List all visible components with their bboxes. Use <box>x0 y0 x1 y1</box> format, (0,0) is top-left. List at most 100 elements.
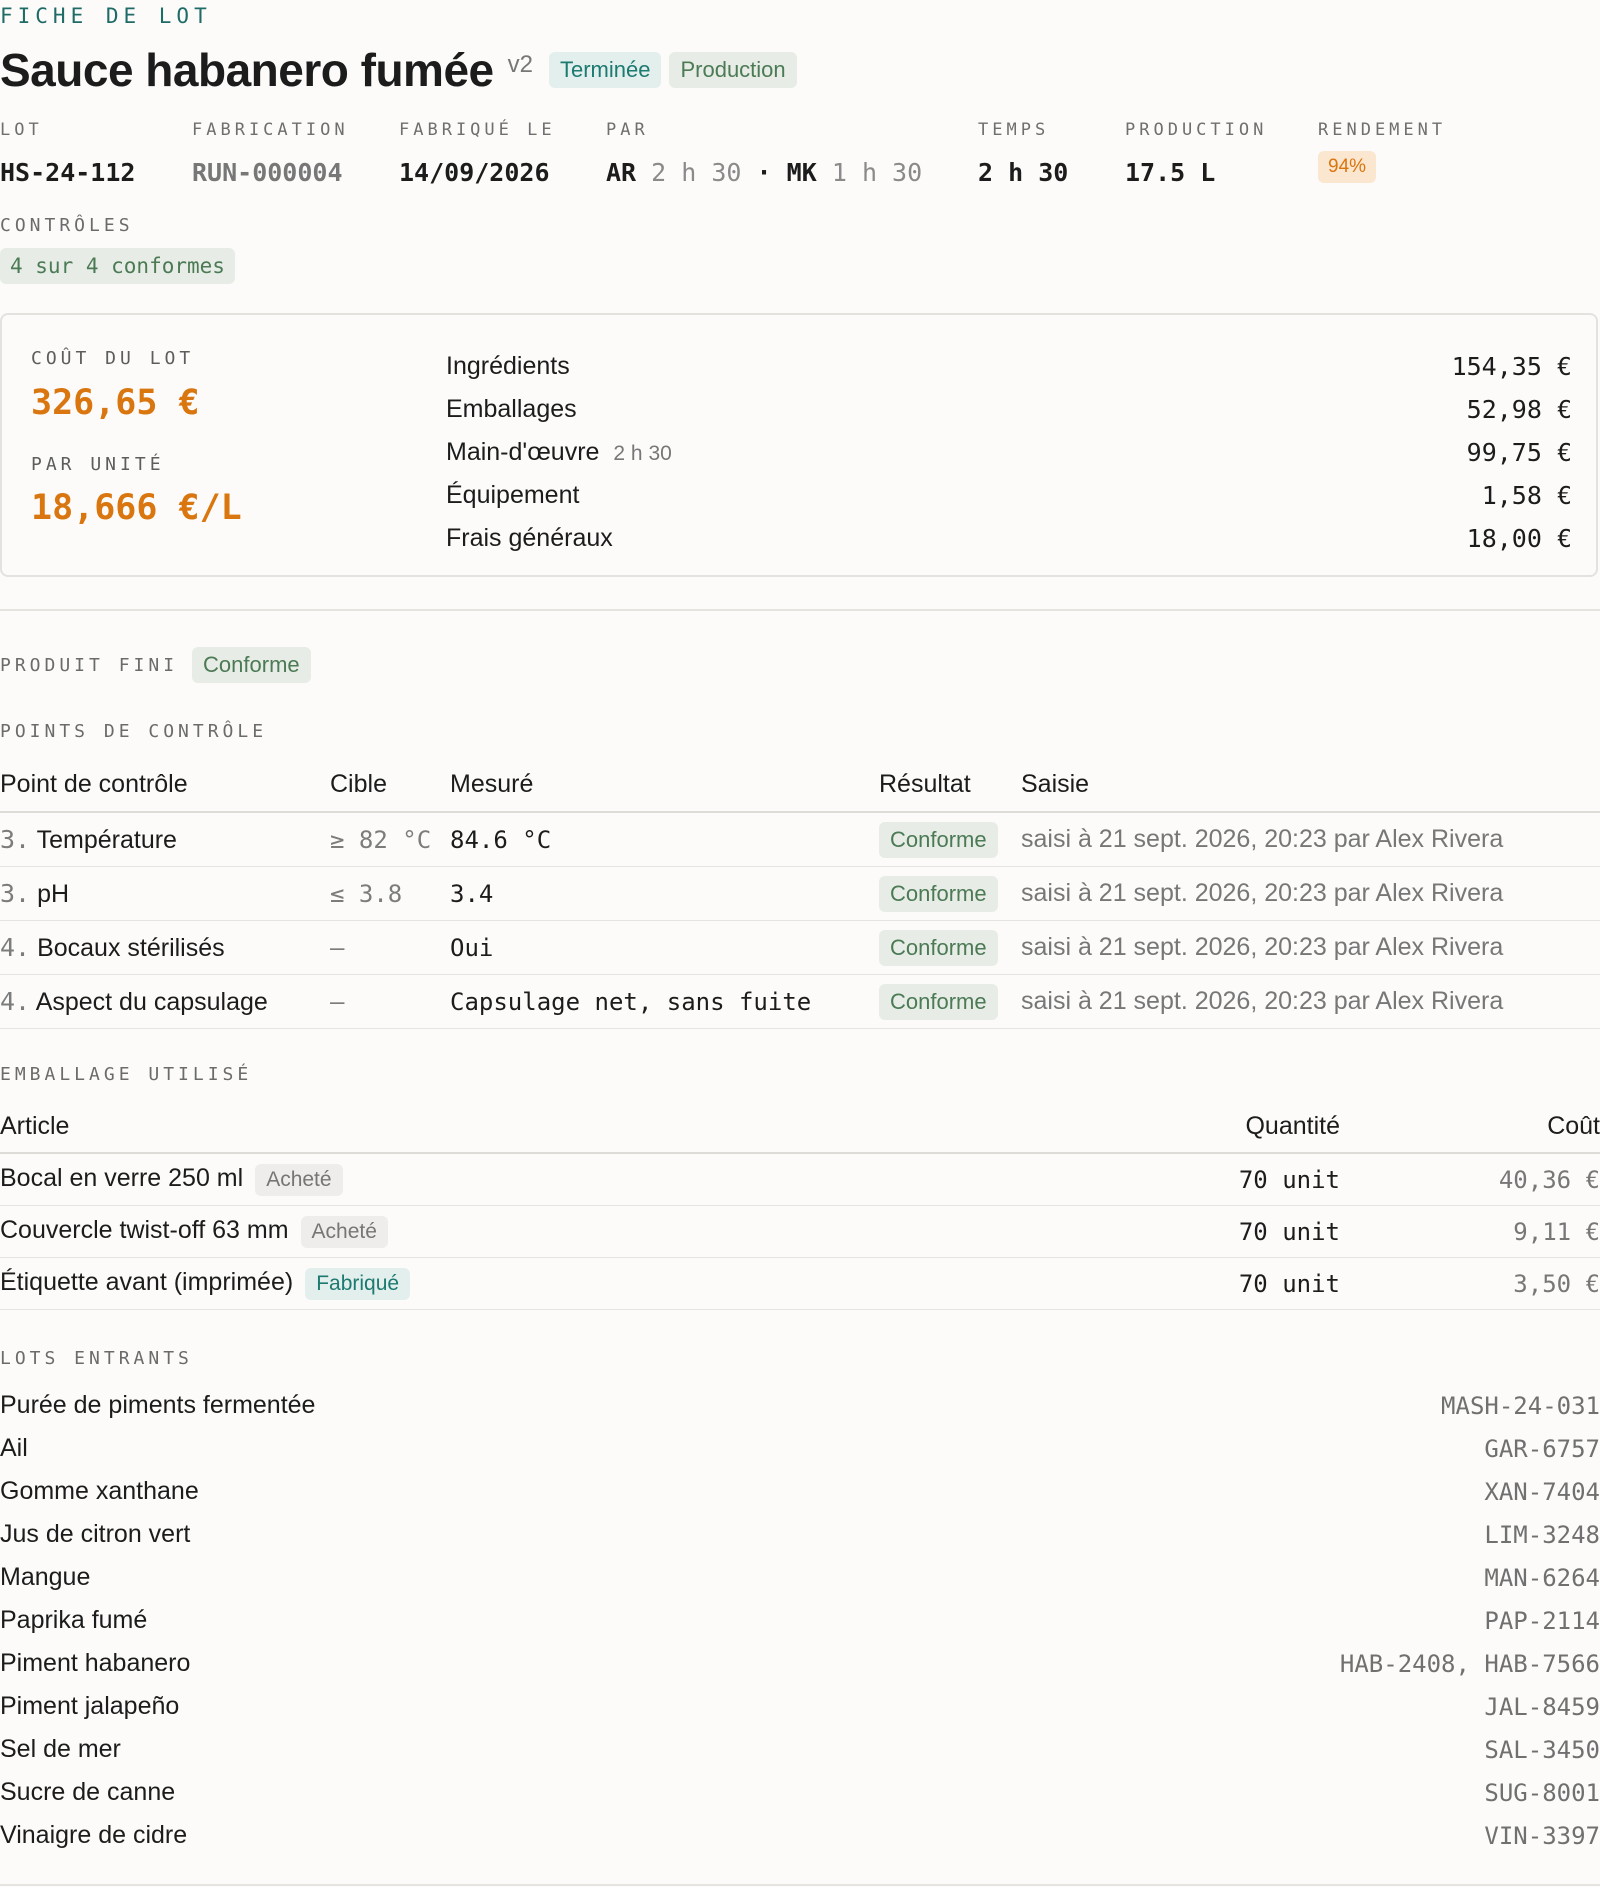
meta-fabrique-le: FABRIQUÉ LE 14/09/2026 <box>399 120 556 187</box>
checkpoint-target: ≤ 3.8 <box>330 866 450 921</box>
lot-ingredient: Gomme xanthane <box>0 1477 199 1505</box>
table-row[interactable]: Étiquette avant (imprimée) Fabriqué 70 un… <box>0 1257 1600 1310</box>
lot-code[interactable]: MASH-24-031 <box>1441 1392 1600 1420</box>
list-item[interactable]: Jus de citron vert LIM-3248 <box>0 1513 1600 1556</box>
list-item[interactable]: Sel de mer SAL-3450 <box>0 1728 1600 1771</box>
lot-code[interactable]: HAB-2408, HAB-7566 <box>1340 1650 1600 1678</box>
lot-ingredient: Vinaigre de cidre <box>0 1821 188 1849</box>
table-row[interactable]: 4. Bocaux stérilisés — Oui Conforme sais… <box>0 920 1600 975</box>
meta-lot-label: LOT <box>0 120 43 140</box>
yield-badge: 94% <box>1318 151 1377 183</box>
cost-line-amount: 154,35 € <box>1451 352 1572 381</box>
meta-par: PAR AR 2 h 30 · MK 1 h 30 <box>606 120 922 187</box>
cost-card: COÛT DU LOT 326,65 € PAR UNITÉ 18,666 €/… <box>0 313 1598 577</box>
checkpoint-result-badge: Conforme <box>879 983 998 1020</box>
operator-2-time: 1 h 30 <box>831 158 923 187</box>
list-item[interactable]: Sucre de canne SUG-8001 <box>0 1771 1600 1814</box>
meta-date-value: 14/09/2026 <box>399 158 550 187</box>
meta-production: PRODUCTION 17.5 L <box>1125 120 1267 187</box>
lot-code[interactable]: GAR-6757 <box>1484 1435 1600 1463</box>
checkpoint-result-badge: Conforme <box>879 875 998 912</box>
table-row[interactable]: 3. pH ≤ 3.8 3.4 Conforme saisi à 21 sept… <box>0 866 1600 921</box>
list-item[interactable]: Piment jalapeño JAL-8459 <box>0 1685 1600 1728</box>
list-item[interactable]: Purée de piments fermentée MASH-24-031 <box>0 1384 1600 1427</box>
page-title: Sauce habanero fumée <box>0 44 494 96</box>
table-row[interactable]: 3. Température ≥ 82 °C 84.6 °C Conforme … <box>0 812 1600 867</box>
cost-line: Frais généraux 18,00 € <box>446 517 1572 560</box>
cost-line-amount: 1,58 € <box>1481 481 1572 510</box>
finished-product-row: PRODUIT FINI Conforme <box>0 647 311 683</box>
lot-code[interactable]: LIM-3248 <box>1484 1521 1600 1549</box>
meta-par-label: PAR <box>606 120 649 140</box>
checkpoints-table: Point de contrôle Cible Mesuré Résultat … <box>0 757 1600 1029</box>
checkpoint-measured: 3.4 <box>450 866 879 921</box>
lot-code[interactable]: JAL-8459 <box>1484 1693 1600 1721</box>
checkpoint-result-badge: Conforme <box>879 929 998 966</box>
list-item[interactable]: Paprika fumé PAP-2114 <box>0 1599 1600 1642</box>
col-header: Mesuré <box>450 757 879 813</box>
lot-ingredient: Paprika fumé <box>0 1606 148 1634</box>
cost-line: Ingrédients 154,35 € <box>446 345 1572 388</box>
lot-ingredient: Purée de piments fermentée <box>0 1391 316 1419</box>
packaging-qty: 70 unit <box>1190 1205 1340 1258</box>
unit-cost-value: 18,666 €/L <box>31 488 242 528</box>
type-badge: Production <box>669 52 797 88</box>
list-item[interactable]: Gomme xanthane XAN-7404 <box>0 1470 1600 1513</box>
checkpoint-entry: saisi à 21 sept. 2026, 20:23 par Alex Ri… <box>1021 866 1600 921</box>
lot-code[interactable]: VIN-3397 <box>1484 1822 1600 1850</box>
input-lots-label: LOTS ENTRANTS <box>0 1348 193 1369</box>
lot-code[interactable]: XAN-7404 <box>1484 1478 1600 1506</box>
packaging-cost: 40,36 € <box>1340 1153 1600 1206</box>
checkpoint-name: Bocaux stérilisés <box>37 933 225 962</box>
cost-line-label: Équipement <box>446 481 580 509</box>
lot-code[interactable]: SUG-8001 <box>1484 1779 1600 1807</box>
bottom-divider <box>0 1884 1600 1886</box>
lot-code[interactable]: SAL-3450 <box>1484 1736 1600 1764</box>
list-item[interactable]: Ail GAR-6757 <box>0 1427 1600 1470</box>
checkpoint-name: Aspect du capsulage <box>35 987 268 1016</box>
title-row: Sauce habanero fumée v2 Terminée Product… <box>0 40 797 100</box>
meta-rendement-label: RENDEMENT <box>1318 120 1447 140</box>
meta-production-label: PRODUCTION <box>1125 120 1268 140</box>
meta-rendement: RENDEMENT 94% <box>1318 120 1446 183</box>
divider <box>0 609 1600 611</box>
cost-line: Emballages 52,98 € <box>446 388 1572 431</box>
lot-code[interactable]: MAN-6264 <box>1484 1564 1600 1592</box>
lot-code[interactable]: PAP-2114 <box>1484 1607 1600 1635</box>
list-item[interactable]: Piment habanero HAB-2408, HAB-7566 <box>0 1642 1600 1685</box>
cost-line-amount: 99,75 € <box>1466 438 1572 467</box>
col-header: Résultat <box>879 757 1021 813</box>
checkpoint-entry: saisi à 21 sept. 2026, 20:23 par Alex Ri… <box>1021 920 1600 975</box>
cost-line-sub: 2 h 30 <box>613 442 672 465</box>
packaging-qty: 70 unit <box>1190 1153 1340 1206</box>
list-item[interactable]: Mangue MAN-6264 <box>0 1556 1600 1599</box>
finished-product-label: PRODUIT FINI <box>0 654 179 676</box>
checkpoint-entry: saisi à 21 sept. 2026, 20:23 par Alex Ri… <box>1021 812 1600 867</box>
checkpoint-number: 4. <box>0 932 31 962</box>
col-header: Quantité <box>1190 1101 1340 1154</box>
table-row[interactable]: Bocal en verre 250 ml Acheté 70 unit 40,3… <box>0 1153 1600 1206</box>
list-item[interactable]: Vinaigre de cidre VIN-3397 <box>0 1814 1600 1857</box>
checkpoint-target: ≥ 82 °C <box>330 812 450 867</box>
table-header-row: Article Quantité Coût <box>0 1101 1600 1154</box>
checkpoint-number: 3. <box>0 878 31 908</box>
col-header: Article <box>0 1101 1190 1154</box>
input-lots-list: Purée de piments fermentée MASH-24-031 Ai… <box>0 1384 1600 1857</box>
unit-cost-label: PAR UNITÉ <box>31 454 165 475</box>
status-badge: Terminée <box>548 52 662 88</box>
meta-fabrication-value[interactable]: RUN-000004 <box>192 158 349 187</box>
meta-temps: TEMPS 2 h 30 <box>978 120 1068 187</box>
packaging-table: Article Quantité Coût Bocal en verre 250… <box>0 1101 1600 1310</box>
cost-line: Équipement 1,58 € <box>446 474 1572 517</box>
version-label: v2 <box>507 51 533 78</box>
operator-2: MK <box>786 158 817 187</box>
cost-line-label: Emballages <box>446 395 577 423</box>
meta-fabrication-label: FABRICATION <box>192 120 349 140</box>
cost-line-amount: 18,00 € <box>1466 524 1572 553</box>
table-row[interactable]: 4. Aspect du capsulage — Capsulage net, … <box>0 974 1600 1029</box>
table-row[interactable]: Couvercle twist-off 63 mm Acheté 70 unit … <box>0 1205 1600 1258</box>
lot-ingredient: Piment jalapeño <box>0 1692 180 1720</box>
packaging-item-name: Couvercle twist-off 63 mm <box>0 1215 289 1244</box>
col-header: Saisie <box>1021 757 1600 813</box>
checkpoint-name: Température <box>36 825 177 854</box>
